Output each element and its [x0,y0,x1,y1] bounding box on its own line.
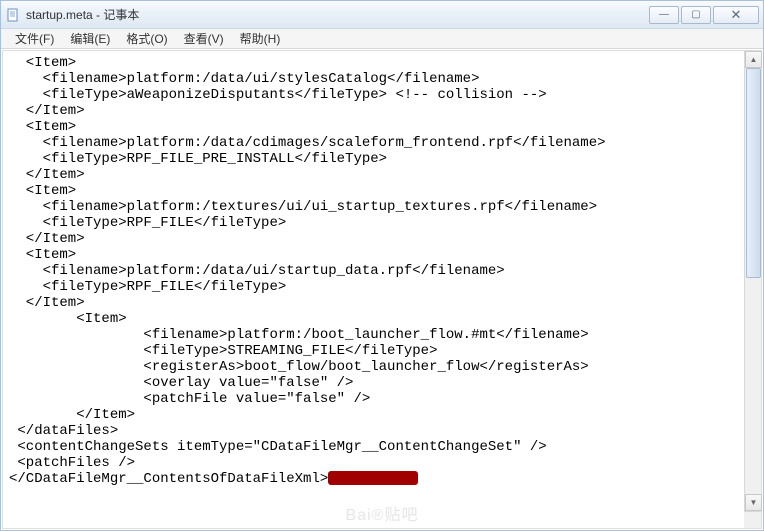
text-editor[interactable]: <Item> <filename>platform:/data/ui/style… [3,51,744,528]
window-title: startup.meta - 记事本 [26,6,647,23]
menu-format[interactable]: 格式(O) [118,28,175,49]
app-icon [5,7,21,23]
minimize-button[interactable]: — [649,6,679,24]
scroll-down-icon[interactable]: ▼ [745,494,762,511]
scroll-corner [744,511,761,528]
vertical-scrollbar[interactable]: ▲ ▼ [744,51,761,528]
scroll-thumb[interactable] [746,68,761,278]
menu-bar: 文件(F) 编辑(E) 格式(O) 查看(V) 帮助(H) [1,29,763,49]
maximize-button[interactable]: ▢ [681,6,711,24]
editor-area: <Item> <filename>platform:/data/ui/style… [2,50,762,529]
notepad-window: startup.meta - 记事本 — ▢ ✕ 文件(F) 编辑(E) 格式(… [0,0,764,531]
scroll-up-icon[interactable]: ▲ [745,51,762,68]
menu-edit[interactable]: 编辑(E) [62,28,118,49]
menu-view[interactable]: 查看(V) [176,28,232,49]
redacted-block [328,471,418,485]
menu-help[interactable]: 帮助(H) [232,28,289,49]
close-button[interactable]: ✕ [713,6,759,24]
title-bar[interactable]: startup.meta - 记事本 — ▢ ✕ [1,1,763,29]
window-controls: — ▢ ✕ [647,6,759,24]
menu-file[interactable]: 文件(F) [7,28,62,49]
